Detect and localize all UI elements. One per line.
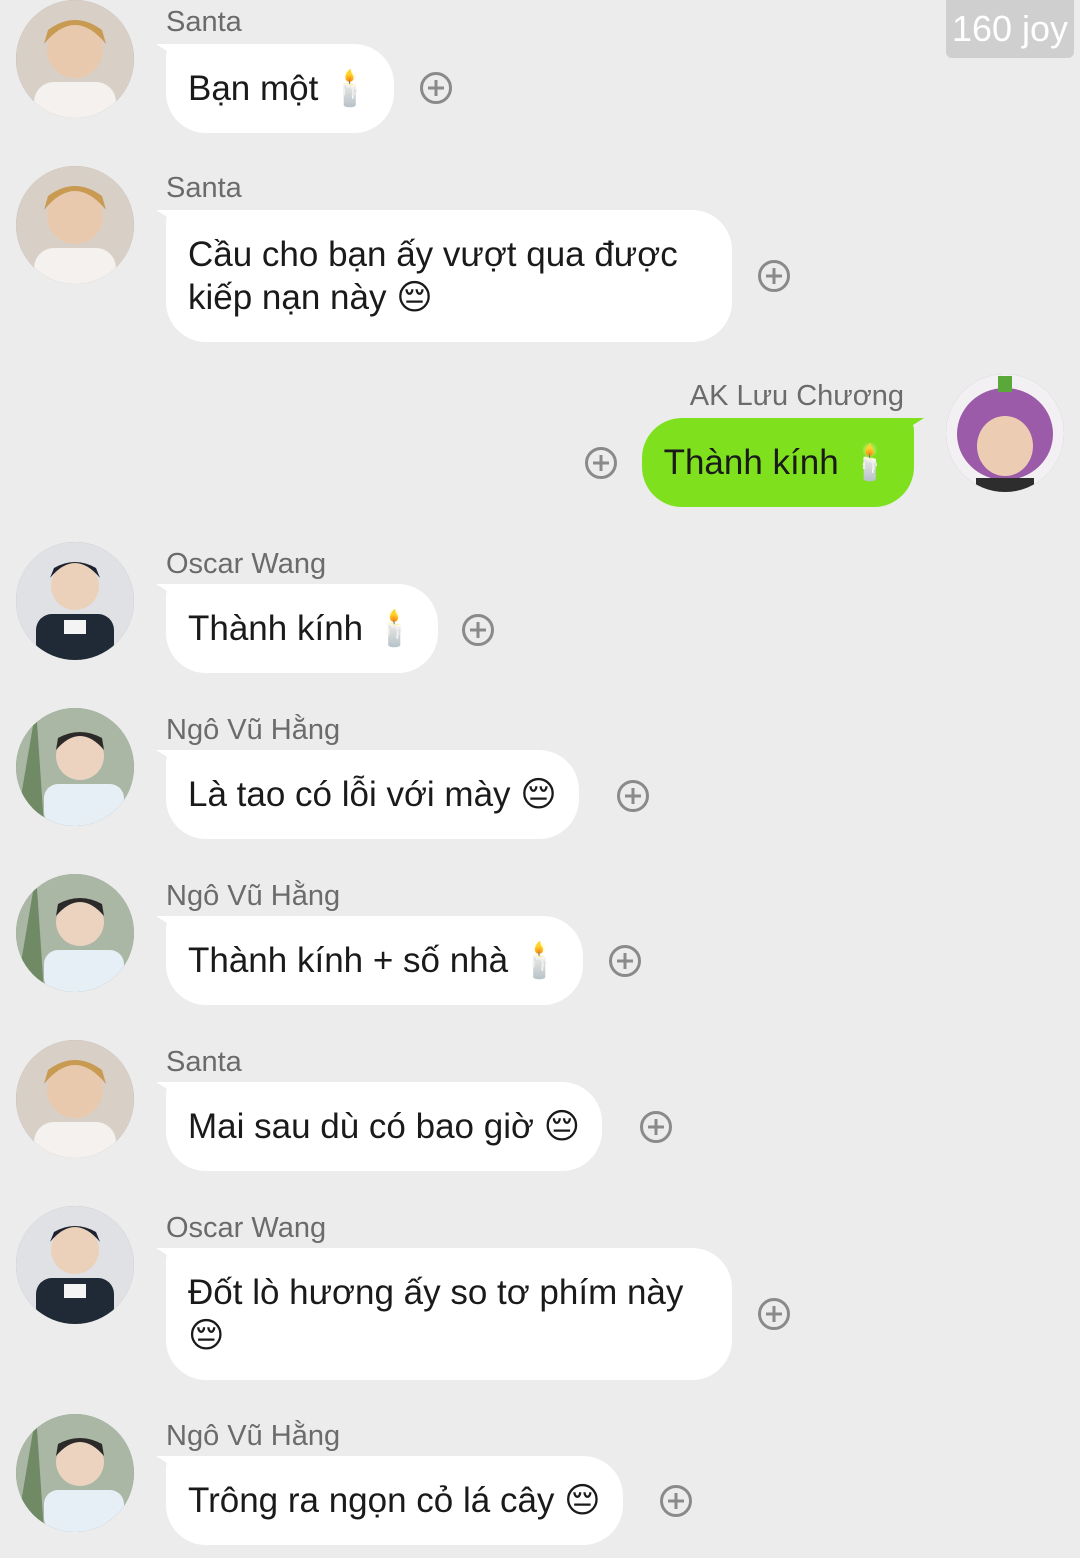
- add-reaction-icon[interactable]: [617, 780, 649, 812]
- message-row: AK Lưu Chương Thành kính 🕯️: [0, 374, 1080, 524]
- message-bubble[interactable]: Là tao có lỗi với mày 😔: [156, 750, 579, 839]
- message-bubble[interactable]: Mai sau dù có bao giờ 😔: [155, 1082, 603, 1171]
- avatar-santa[interactable]: [16, 0, 134, 118]
- message-bubble[interactable]: Cầu cho bạn ấy vượt qua được kiếp nạn nà…: [156, 210, 732, 342]
- avatar-oscar[interactable]: [16, 542, 134, 660]
- avatar-ngo[interactable]: [16, 708, 134, 826]
- avatar-ngo[interactable]: [16, 1414, 134, 1532]
- add-reaction-icon[interactable]: [420, 72, 452, 104]
- message-bubble[interactable]: Đốt lò hương ấy so tơ phím này 😔: [156, 1248, 732, 1380]
- sender-name: Oscar Wang: [166, 548, 327, 580]
- add-reaction-icon[interactable]: [660, 1485, 692, 1517]
- sender-name: Ngô Vũ Hằng: [166, 1420, 341, 1452]
- add-reaction-icon[interactable]: [462, 614, 494, 646]
- message-bubble[interactable]: Bạn một 🕯️: [156, 44, 394, 133]
- add-reaction-icon[interactable]: [640, 1111, 672, 1143]
- add-reaction-icon[interactable]: [758, 260, 790, 292]
- message-row: Oscar Wang Thành kính 🕯️: [0, 542, 1080, 682]
- message-row: Ngô Vũ Hằng Thành kính + số nhà 🕯️: [0, 874, 1080, 1014]
- message-row: Santa Mai sau dù có bao giờ 😔: [0, 1040, 1080, 1180]
- avatar-santa[interactable]: [16, 166, 134, 284]
- add-reaction-icon[interactable]: [609, 945, 641, 977]
- avatar-ngo[interactable]: [16, 874, 134, 992]
- message-row: Ngô Vũ Hằng Trông ra ngọn cỏ lá cây 😔: [0, 1414, 1080, 1554]
- sender-name: Oscar Wang: [166, 1212, 327, 1244]
- sender-name: AK Lưu Chương: [689, 380, 904, 412]
- message-bubble[interactable]: Thành kính + số nhà 🕯️: [155, 916, 584, 1005]
- add-reaction-icon[interactable]: [758, 1298, 790, 1330]
- add-reaction-icon[interactable]: [585, 447, 617, 479]
- message-bubble[interactable]: Thành kính 🕯️: [155, 584, 439, 673]
- message-row: Santa Bạn một 🕯️: [0, 0, 1080, 140]
- sender-name: Santa: [166, 6, 242, 38]
- message-bubble[interactable]: Trông ra ngọn cỏ lá cây 😔: [156, 1456, 623, 1545]
- sender-name: Santa: [166, 172, 242, 204]
- message-bubble[interactable]: Thành kính 🕯️: [641, 418, 925, 507]
- message-row: Oscar Wang Đốt lò hương ấy so tơ phím nà…: [0, 1206, 1080, 1386]
- sender-name: Ngô Vũ Hằng: [166, 880, 341, 912]
- sender-name: Ngô Vũ Hằng: [166, 714, 341, 746]
- message-row: Santa Cầu cho bạn ấy vượt qua được kiếp …: [0, 166, 1080, 346]
- message-row: Ngô Vũ Hằng Là tao có lỗi với mày 😔: [0, 708, 1080, 848]
- sender-name: Santa: [166, 1046, 242, 1078]
- avatar-oscar[interactable]: [16, 1206, 134, 1324]
- avatar-ak[interactable]: [946, 374, 1064, 492]
- avatar-santa[interactable]: [16, 1040, 134, 1158]
